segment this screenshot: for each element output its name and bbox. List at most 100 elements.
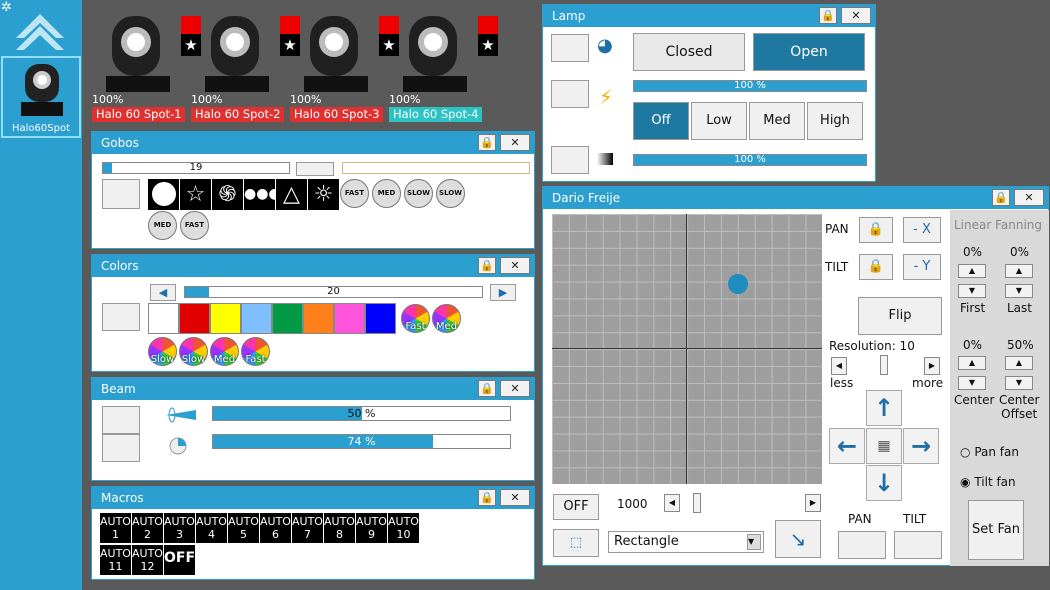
last-down-button[interactable]: ▼ bbox=[1005, 284, 1033, 298]
pan-lock-button[interactable]: 🔒 bbox=[859, 217, 893, 243]
close-icon[interactable]: ✕ bbox=[1014, 189, 1044, 206]
macro-button[interactable]: AUTO 7 bbox=[292, 513, 323, 543]
gobo-dots-icon[interactable]: ●●● bbox=[244, 179, 281, 210]
close-icon[interactable]: ✕ bbox=[500, 257, 530, 274]
color-wheel-button[interactable]: Slow bbox=[148, 337, 177, 366]
fixture-name[interactable]: Halo 60 Spot-2 bbox=[191, 107, 285, 122]
close-icon[interactable]: ✕ bbox=[500, 489, 530, 506]
close-icon[interactable]: ✕ bbox=[841, 7, 871, 24]
open-button[interactable]: Open bbox=[753, 33, 865, 71]
tilt-value-box[interactable] bbox=[894, 531, 942, 559]
intensity-bar[interactable]: 100 % bbox=[633, 80, 867, 92]
color-swatch[interactable] bbox=[334, 303, 365, 334]
gobo-rotation-button[interactable]: FAST bbox=[180, 211, 209, 240]
moving-head-image[interactable] bbox=[104, 14, 172, 94]
dimmer-preset-button[interactable] bbox=[551, 146, 589, 174]
tilt-lock-button[interactable]: 🔒 bbox=[859, 254, 893, 280]
macro-button[interactable]: AUTO 4 bbox=[196, 513, 227, 543]
offset-up-button[interactable]: ▲ bbox=[1005, 356, 1033, 370]
gobos-preset-button[interactable] bbox=[102, 179, 140, 209]
shutter-preset-button[interactable] bbox=[551, 34, 589, 62]
gobo-rotation-button[interactable]: FAST bbox=[340, 179, 369, 208]
gobo-triangle-icon[interactable]: △ bbox=[276, 179, 307, 210]
fixture-name[interactable]: Halo 60 Spot-3 bbox=[290, 107, 384, 122]
shape-direction-button[interactable]: ↘ bbox=[775, 520, 821, 558]
last-up-button[interactable]: ▲ bbox=[1005, 264, 1033, 278]
beam-focus-button[interactable] bbox=[102, 434, 140, 462]
moving-head-image[interactable] bbox=[302, 14, 370, 94]
color-wheel-button[interactable]: Fast bbox=[241, 337, 270, 366]
gear-icon[interactable]: ✲ bbox=[1, 1, 15, 15]
lock-icon[interactable]: 🔒 bbox=[478, 257, 496, 274]
center-up-button[interactable]: ▲ bbox=[958, 356, 986, 370]
lock-icon[interactable]: 🔒 bbox=[478, 134, 496, 151]
color-wheel-button[interactable]: Med bbox=[210, 337, 239, 366]
macro-button[interactable]: AUTO 2 bbox=[132, 513, 163, 543]
moving-head-image[interactable] bbox=[203, 14, 271, 94]
speed-less-button[interactable]: ◀ bbox=[664, 494, 680, 512]
flip-button[interactable]: Flip bbox=[858, 297, 942, 335]
focus-bar[interactable]: 74 % bbox=[212, 434, 511, 449]
fixture-tab[interactable]: Halo60Spot bbox=[1, 56, 81, 138]
macro-button[interactable]: AUTO 6 bbox=[260, 513, 291, 543]
gobo-star-icon[interactable]: ☆ bbox=[180, 179, 211, 210]
fixture-name[interactable]: Halo 60 Spot-4 bbox=[389, 107, 483, 122]
resolution-less-button[interactable]: ◀ bbox=[831, 357, 847, 375]
lock-icon[interactable]: 🔒 bbox=[478, 380, 496, 397]
speed-more-button[interactable]: ▶ bbox=[805, 494, 821, 512]
position-dot[interactable] bbox=[728, 274, 749, 295]
speed-thumb[interactable] bbox=[693, 493, 701, 513]
macro-button[interactable]: AUTO 9 bbox=[356, 513, 387, 543]
intensity-preset-button[interactable] bbox=[551, 80, 589, 108]
arrow-left-button[interactable]: ← bbox=[829, 428, 865, 464]
offset-down-button[interactable]: ▼ bbox=[1005, 376, 1033, 390]
arrow-right-button[interactable]: → bbox=[903, 428, 939, 464]
shape-select[interactable]: Rectangle ▼ bbox=[608, 531, 764, 553]
lock-icon[interactable]: 🔒 bbox=[478, 489, 496, 506]
arrow-up-button[interactable]: ↑ bbox=[866, 390, 902, 426]
pantilt-grid[interactable] bbox=[552, 214, 822, 484]
color-swatch[interactable] bbox=[210, 303, 241, 334]
gobos-slider[interactable]: 19 bbox=[102, 162, 290, 174]
gobo-rotation-button[interactable]: MED bbox=[372, 179, 401, 208]
minus-x-button[interactable]: - X bbox=[903, 217, 941, 243]
gobo-open-icon[interactable] bbox=[148, 179, 179, 210]
close-icon[interactable]: ✕ bbox=[500, 380, 530, 397]
resolution-more-button[interactable]: ▶ bbox=[924, 357, 940, 375]
color-swatch[interactable] bbox=[241, 303, 272, 334]
colors-slider[interactable]: 20 bbox=[184, 286, 483, 298]
speed-low-button[interactable]: Low bbox=[691, 102, 747, 140]
color-wheel-button[interactable]: Fast bbox=[401, 304, 430, 333]
speed-high-button[interactable]: High bbox=[807, 102, 863, 140]
set-fan-button[interactable]: Set Fan bbox=[968, 500, 1024, 560]
color-swatch[interactable] bbox=[179, 303, 210, 334]
first-down-button[interactable]: ▼ bbox=[958, 284, 986, 298]
macro-button[interactable]: AUTO 10 bbox=[388, 513, 419, 543]
color-swatch[interactable] bbox=[148, 303, 179, 334]
fixture-name[interactable]: Halo 60 Spot-1 bbox=[92, 107, 186, 122]
color-swatch[interactable] bbox=[303, 303, 334, 334]
color-swatch[interactable] bbox=[272, 303, 303, 334]
colors-preset-button[interactable] bbox=[102, 303, 140, 331]
closed-button[interactable]: Closed bbox=[633, 33, 745, 71]
gobo-rotation-button[interactable]: MED bbox=[148, 211, 177, 240]
speed-med-button[interactable]: Med bbox=[749, 102, 805, 140]
speed-off-button[interactable]: Off bbox=[633, 102, 689, 140]
center-down-button[interactable]: ▼ bbox=[958, 376, 986, 390]
lock-icon[interactable]: 🔒 bbox=[819, 7, 837, 24]
up-arrow-icon[interactable] bbox=[14, 10, 66, 54]
color-wheel-button[interactable]: Slow bbox=[179, 337, 208, 366]
first-up-button[interactable]: ▲ bbox=[958, 264, 986, 278]
colors-prev-button[interactable]: ◀ bbox=[150, 284, 176, 301]
zoom-bar[interactable]: 50 % bbox=[212, 406, 511, 421]
gobo-sun-icon[interactable]: ☼ bbox=[308, 179, 339, 210]
macro-button[interactable]: AUTO 11 bbox=[100, 545, 131, 575]
beam-zoom-button[interactable] bbox=[102, 406, 140, 434]
macro-button[interactable]: AUTO 3 bbox=[164, 513, 195, 543]
resolution-thumb[interactable] bbox=[880, 355, 888, 375]
gobo-swirl-icon[interactable]: ֍ bbox=[212, 179, 243, 210]
gobos-rotation-slider[interactable] bbox=[342, 162, 530, 174]
moving-head-image[interactable] bbox=[401, 14, 469, 94]
color-swatch[interactable] bbox=[365, 303, 396, 334]
macro-button[interactable]: OFF bbox=[164, 545, 195, 575]
